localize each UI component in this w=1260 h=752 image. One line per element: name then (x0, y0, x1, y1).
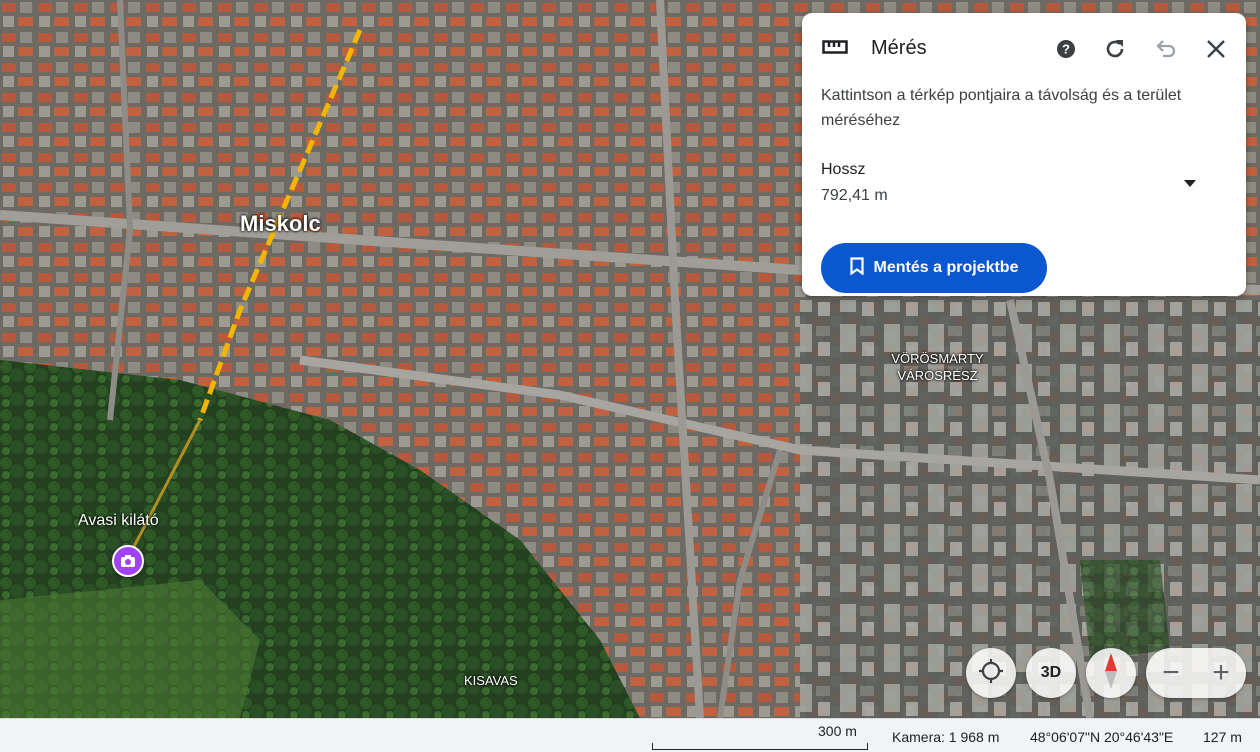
panel-title: Mérés (871, 37, 927, 59)
toggle-3d-button[interactable]: 3D (1026, 648, 1076, 698)
undo-icon[interactable] (1151, 34, 1181, 64)
help-icon[interactable]: ? (1051, 34, 1081, 64)
compass-button[interactable] (1086, 648, 1136, 698)
close-icon[interactable] (1201, 34, 1231, 64)
district-label-line1: VÖRÖSMARTY (891, 351, 984, 366)
zoom-in-button[interactable]: + (1196, 648, 1246, 698)
length-value: 792,41 m (821, 187, 888, 204)
area-label: KISAVAS (464, 673, 518, 688)
svg-text:?: ? (1062, 42, 1070, 57)
bookmark-icon (849, 256, 864, 280)
scale-label: 300 m (818, 723, 857, 739)
measure-panel: Mérés ? Kattintson a térkép pontjaira a … (802, 13, 1246, 296)
zoom-control: − + (1146, 648, 1246, 698)
scale-bar (652, 743, 868, 750)
city-label: Miskolc (240, 211, 321, 236)
status-bar: 300 m Kamera: 1 968 m 48°06'07"N 20°46'4… (0, 718, 1260, 752)
panel-description: Kattintson a térkép pontjaira a távolság… (821, 87, 1182, 129)
crosshair-icon (978, 658, 1004, 689)
my-location-button[interactable] (966, 648, 1016, 698)
district-label: VÖRÖSMARTY VÁROSRÉSZ (880, 350, 995, 384)
camera-icon[interactable] (112, 545, 144, 577)
camera-altitude: Kamera: 1 968 m (892, 729, 1000, 745)
refresh-icon[interactable] (1100, 34, 1130, 64)
dropdown-icon[interactable] (1178, 171, 1202, 195)
length-label: Hossz (821, 161, 866, 178)
coordinates: 48°06'07"N 20°46'43"E (1030, 729, 1174, 745)
poi-label[interactable]: Avasi kilátó (78, 512, 159, 530)
save-to-project-button[interactable]: Mentés a projektbe (821, 243, 1047, 293)
elevation: 127 m (1203, 729, 1242, 745)
compass-icon (1103, 652, 1119, 694)
save-button-label: Mentés a projektbe (873, 259, 1019, 276)
ruler-icon (822, 38, 848, 61)
district-label-line2: VÁROSRÉSZ (897, 368, 978, 383)
zoom-out-button[interactable]: − (1146, 648, 1196, 698)
